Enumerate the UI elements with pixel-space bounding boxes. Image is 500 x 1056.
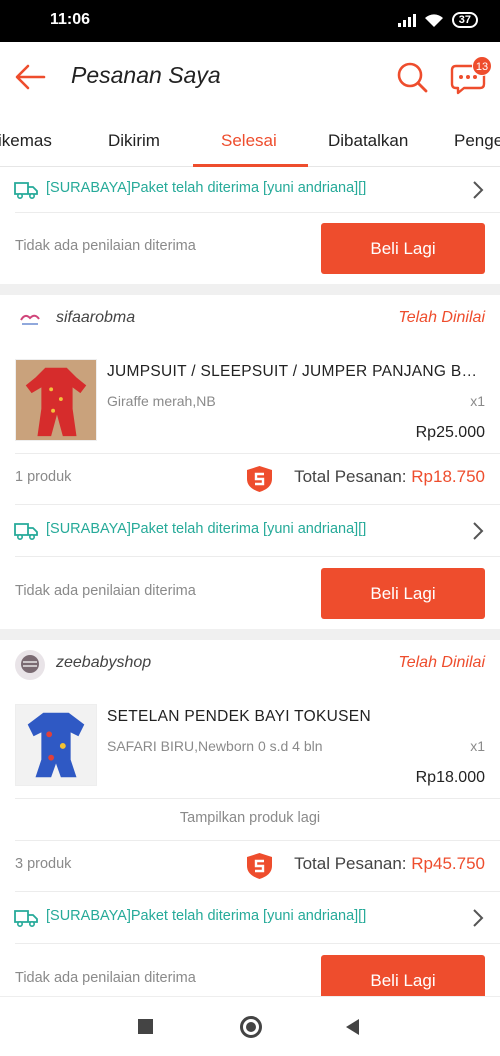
divider	[15, 891, 500, 892]
divider	[15, 504, 500, 505]
tab-dikirim[interactable]: Dikirim	[108, 131, 160, 151]
shop-row[interactable]: zeebabyshop Telah Dinilai	[0, 640, 500, 688]
order-card: [SURABAYA]Paket telah diterima [yuni and…	[0, 167, 500, 284]
shopee-guarantee-icon	[247, 466, 272, 492]
tab-selesai[interactable]: Selesai	[221, 131, 277, 151]
shipping-status-row[interactable]: [SURABAYA]Paket telah diterima [yuni and…	[0, 508, 500, 556]
back-arrow-icon[interactable]	[14, 62, 48, 92]
shop-name: zeebabyshop	[56, 654, 152, 671]
tab-pengembalian[interactable]: Penge	[454, 131, 500, 151]
product-count: 3 produk	[15, 856, 72, 872]
order-total-row: 3 produk Total Pesanan: Rp45.750	[0, 840, 500, 890]
product-count: 1 produk	[15, 469, 72, 485]
chevron-right-icon	[473, 181, 484, 199]
home-icon[interactable]	[240, 1016, 262, 1038]
shop-row[interactable]: sifaarobma Telah Dinilai	[0, 295, 500, 343]
review-row: Tidak ada penilaian diterima Beli Lagi	[0, 212, 500, 284]
chevron-right-icon	[473, 522, 484, 540]
product-price: Rp25.000	[415, 424, 485, 441]
product-item[interactable]: SETELAN PENDEK BAYI TOKUSEN SAFARI BIRU,…	[0, 698, 500, 798]
search-icon[interactable]	[395, 60, 429, 94]
shipping-status-row[interactable]: [SURABAYA]Paket telah diterima [yuni and…	[0, 895, 500, 943]
shop-avatar	[15, 650, 45, 680]
status-icons: 37	[397, 12, 478, 28]
order-total-amount: Rp45.750	[411, 854, 485, 873]
shipping-status-text: [SURABAYA]Paket telah diterima [yuni and…	[46, 180, 367, 196]
product-price: Rp18.000	[415, 769, 485, 786]
buy-again-button[interactable]: Beli Lagi	[321, 568, 485, 619]
back-triangle-icon[interactable]	[343, 1017, 361, 1037]
shop-name: sifaarobma	[56, 309, 136, 326]
product-quantity: x1	[470, 393, 485, 409]
tab-dikemas[interactable]: ikemas	[0, 131, 52, 151]
review-status-text: Tidak ada penilaian diterima	[15, 238, 196, 254]
shop-avatar	[15, 305, 45, 335]
order-total: Total Pesanan: Rp45.750	[294, 854, 485, 874]
truck-icon	[14, 910, 38, 927]
product-name: SETELAN PENDEK BAYI TOKUSEN	[107, 708, 371, 725]
recent-apps-icon[interactable]	[138, 1019, 153, 1034]
review-status-text: Tidak ada penilaian diterima	[15, 583, 196, 599]
shipping-status-row[interactable]: [SURABAYA]Paket telah diterima [yuni and…	[0, 167, 500, 215]
product-image	[15, 704, 97, 786]
order-card: sifaarobma Telah Dinilai JUMPSUIT / SLEE…	[0, 295, 500, 629]
order-status-label: Telah Dinilai	[398, 309, 485, 326]
status-bar: 11:06 37	[0, 0, 500, 42]
order-card: zeebabyshop Telah Dinilai SETELAN PENDEK…	[0, 640, 500, 996]
wifi-icon	[424, 13, 443, 27]
tab-dibatalkan[interactable]: Dibatalkan	[328, 131, 408, 151]
order-total-amount: Rp18.750	[411, 467, 485, 486]
order-total-label: Total Pesanan:	[294, 467, 412, 486]
order-total-label: Total Pesanan:	[294, 854, 412, 873]
order-status-tabs: ikemas Dikirim Selesai Dibatalkan Penge	[0, 114, 500, 167]
show-more-products[interactable]: Tampilkan produk lagi	[0, 798, 500, 840]
buy-again-button[interactable]: Beli Lagi	[321, 955, 485, 996]
product-variant: Giraffe merah,NB	[107, 393, 216, 409]
chat-badge: 13	[472, 56, 492, 76]
review-row: Tidak ada penilaian diterima Beli Lagi	[0, 557, 500, 629]
shipping-status-text: [SURABAYA]Paket telah diterima [yuni and…	[46, 521, 367, 537]
truck-icon	[14, 523, 38, 540]
signal-icon	[397, 13, 416, 27]
order-total: Total Pesanan: Rp18.750	[294, 467, 485, 487]
order-list[interactable]: [SURABAYA]Paket telah diterima [yuni and…	[0, 167, 500, 996]
buy-again-button[interactable]: Beli Lagi	[321, 223, 485, 274]
page-title: Pesanan Saya	[71, 62, 221, 88]
product-variant: SAFARI BIRU,Newborn 0 s.d 4 bln	[107, 738, 323, 754]
review-status-text: Tidak ada penilaian diterima	[15, 970, 196, 986]
shopee-guarantee-icon	[247, 853, 272, 879]
order-total-row: 1 produk Total Pesanan: Rp18.750	[0, 453, 500, 503]
review-row: Tidak ada penilaian diterima Beli Lagi	[0, 944, 500, 996]
product-item[interactable]: JUMPSUIT / SLEEPSUIT / JUMPER PANJANG BA…	[0, 353, 500, 453]
battery-icon: 37	[451, 12, 478, 28]
chevron-right-icon	[473, 909, 484, 927]
truck-icon	[14, 182, 38, 199]
product-image	[15, 359, 97, 441]
order-status-label: Telah Dinilai	[398, 654, 485, 671]
product-name: JUMPSUIT / SLEEPSUIT / JUMPER PANJANG BA…	[107, 363, 485, 380]
product-quantity: x1	[470, 738, 485, 754]
shipping-status-text: [SURABAYA]Paket telah diterima [yuni and…	[46, 908, 367, 924]
show-more-products-label: Tampilkan produk lagi	[179, 810, 321, 826]
app-header: Pesanan Saya	[0, 42, 500, 114]
status-time: 11:06	[50, 11, 91, 28]
system-nav-bar	[0, 996, 500, 1056]
